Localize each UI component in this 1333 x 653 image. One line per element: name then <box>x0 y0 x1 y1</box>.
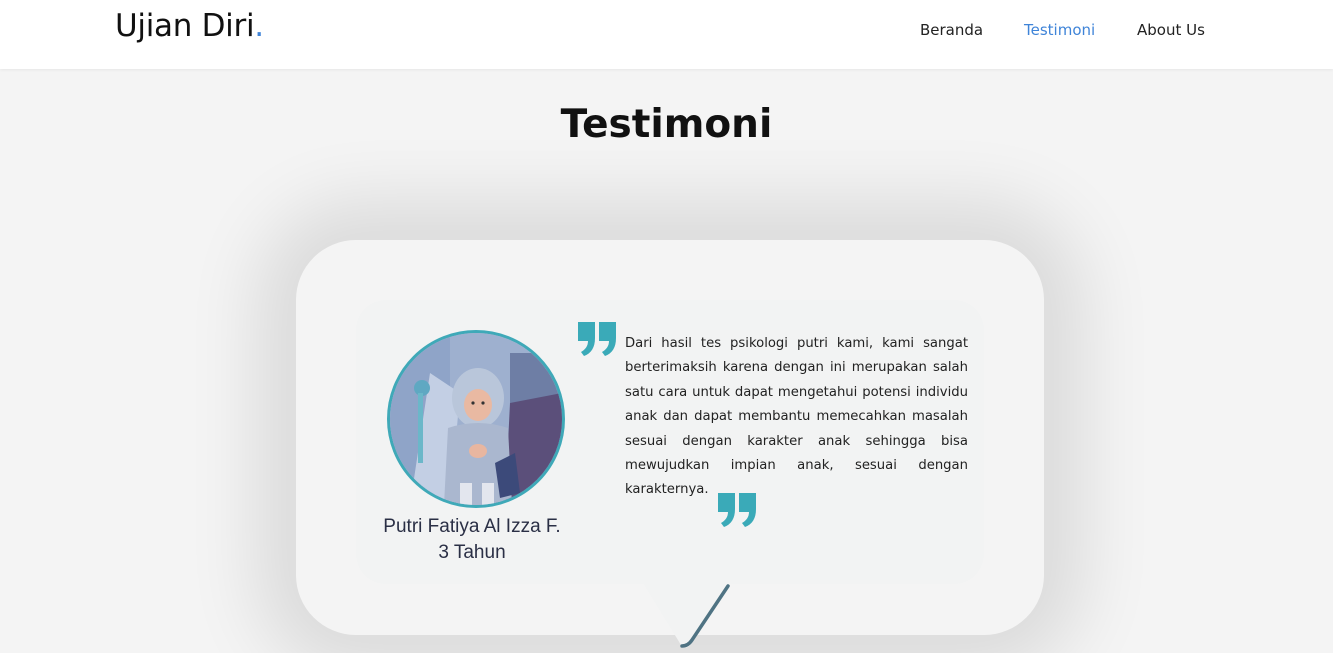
child-photo <box>390 333 562 505</box>
brand-text: Ujian Diri <box>115 8 255 44</box>
avatar <box>387 330 565 508</box>
nav-link-beranda[interactable]: Beranda <box>920 21 983 39</box>
navbar: Ujian Diri. Beranda Testimoni About Us <box>0 0 1333 69</box>
author-age: 3 Tahun <box>438 542 506 563</box>
nav-link-about-us[interactable]: About Us <box>1137 21 1205 39</box>
testimonial-author: Putri Fatiya Al Izza F. 3 Tahun <box>366 514 578 566</box>
testimonial-text: Dari hasil tes psikologi putri kami, kam… <box>625 336 968 498</box>
brand-dot: . <box>254 8 264 44</box>
nav-link-testimoni[interactable]: Testimoni <box>1024 21 1095 39</box>
page-title: Testimoni <box>560 102 773 147</box>
author-name: Putri Fatiya Al Izza F. <box>383 516 561 537</box>
brand-logo[interactable]: Ujian Diri. <box>115 8 264 44</box>
open-quote-icon <box>578 322 616 356</box>
